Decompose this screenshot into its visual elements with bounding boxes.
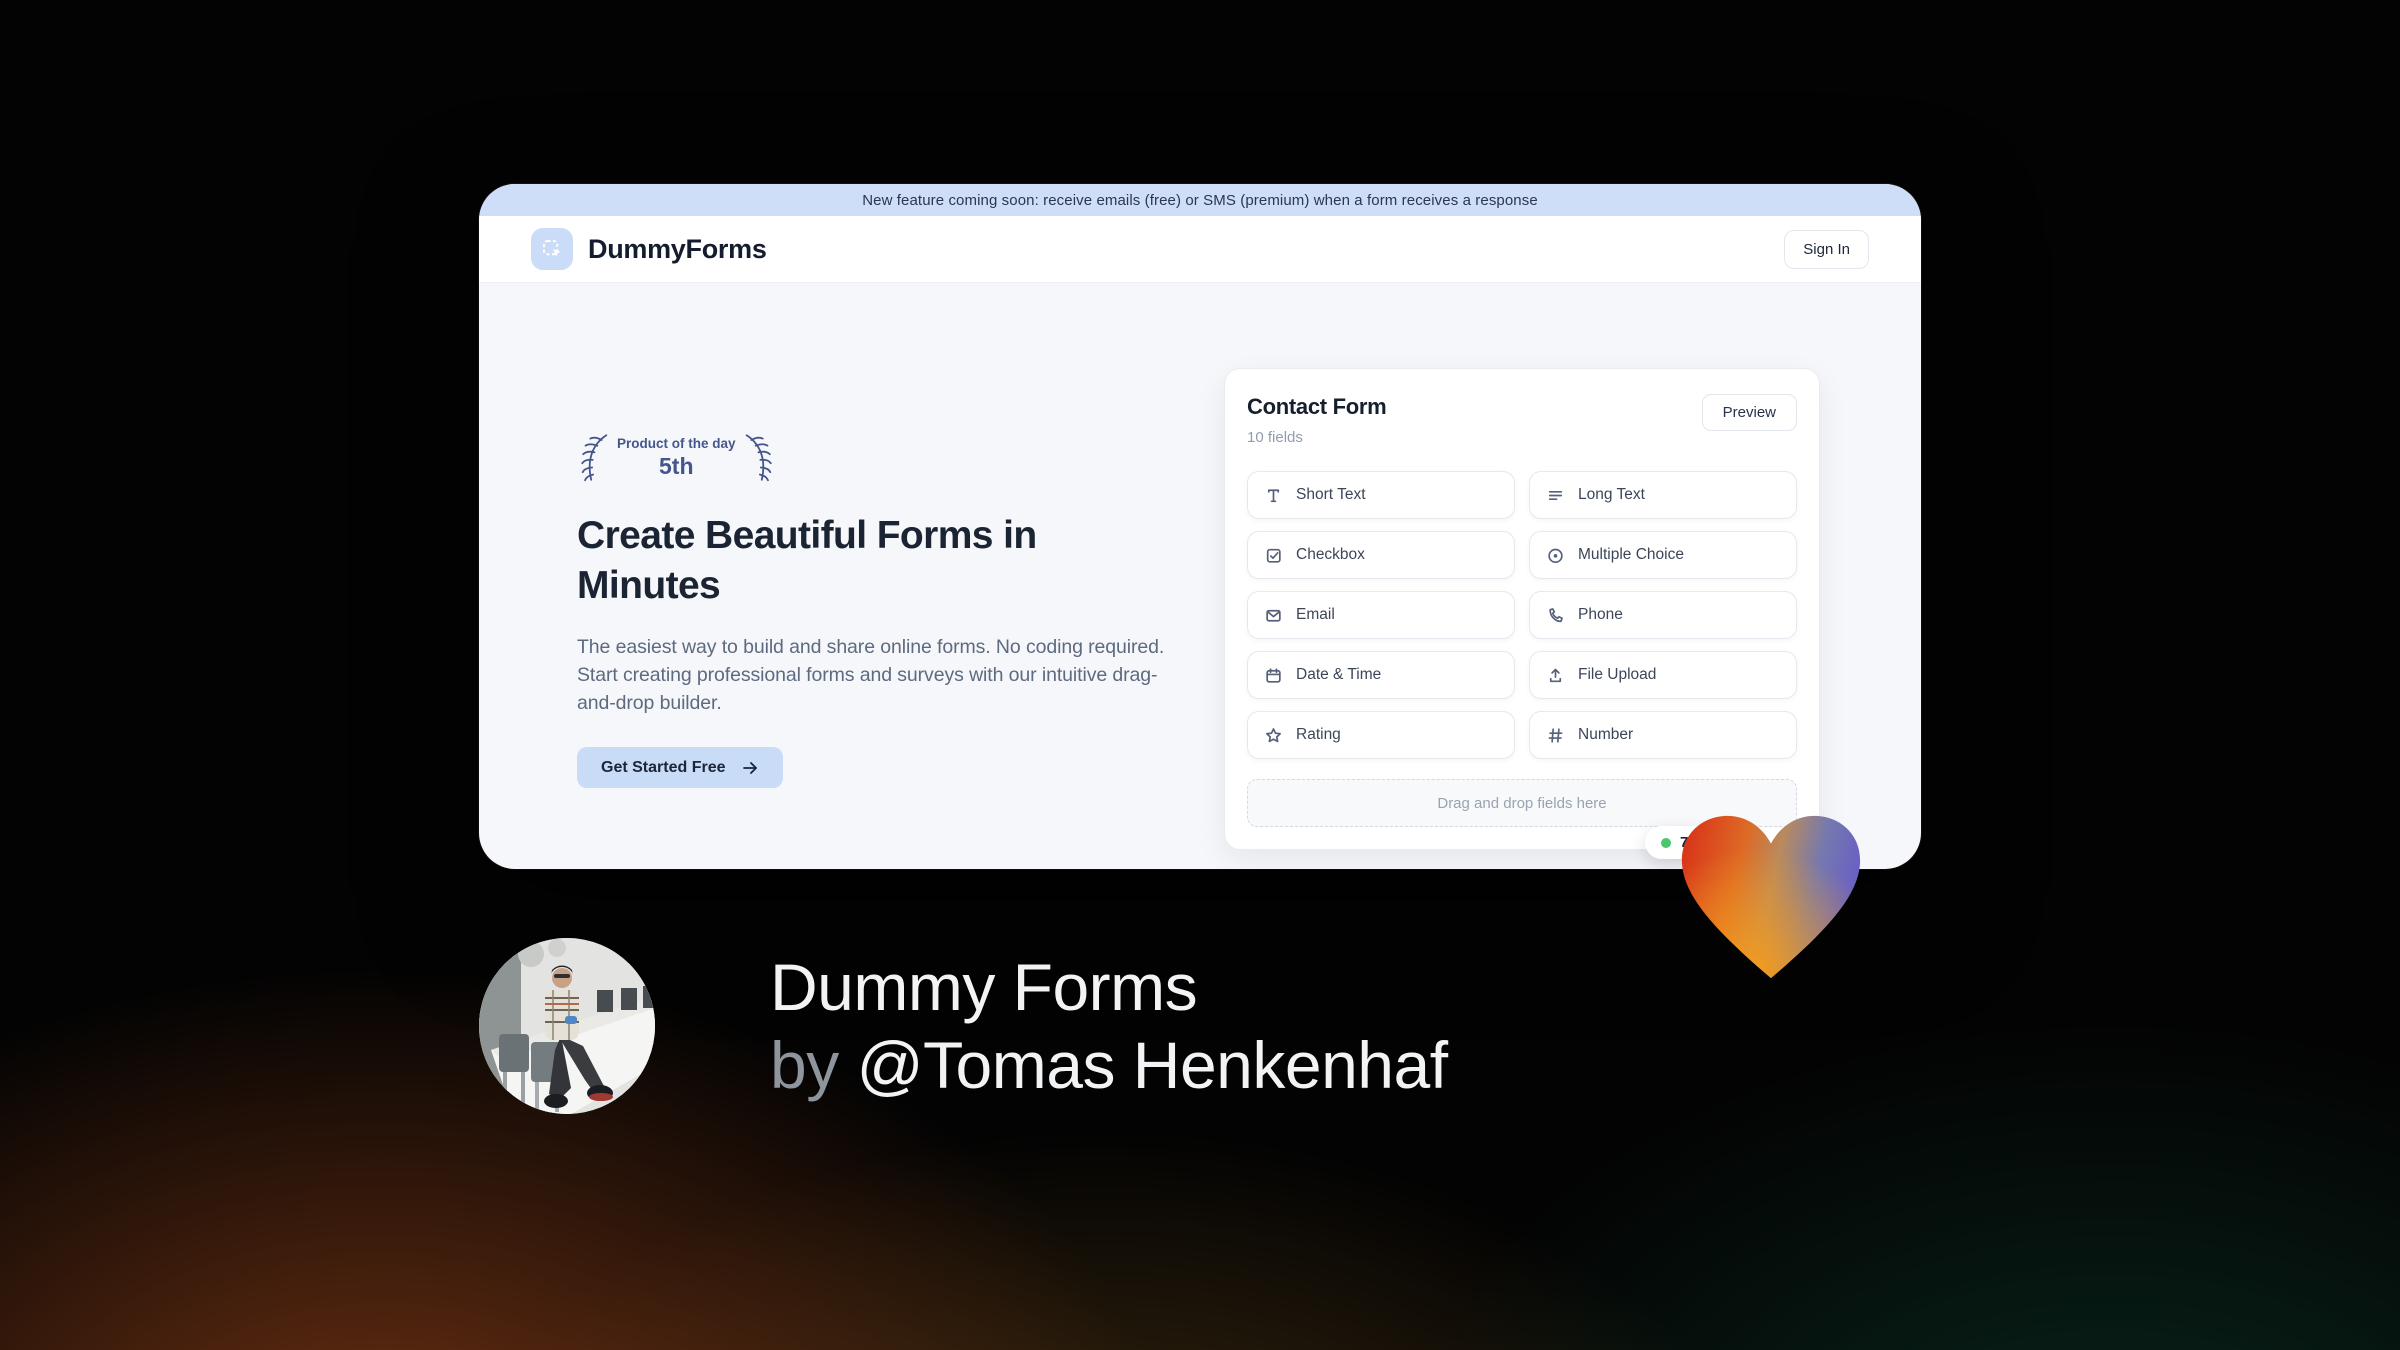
multiple-choice-icon — [1548, 548, 1563, 563]
phone-icon — [1549, 607, 1563, 622]
field-count: 10 fields — [1247, 429, 1303, 446]
avatar — [479, 938, 655, 1114]
arrow-right-icon — [743, 761, 758, 774]
field-chip-multiple-choice[interactable]: Multiple Choice — [1529, 531, 1797, 579]
brand: DummyForms — [531, 228, 767, 270]
byline-prefix: by — [770, 1028, 839, 1102]
hero-section: Product of the day 5th Create Beautiful … — [479, 283, 1921, 869]
online-dot-icon — [1661, 837, 1671, 848]
form-builder-card: Contact Form 10 fields Preview Short Tex… — [1224, 368, 1820, 850]
badge-rank: 5th — [659, 452, 694, 479]
form-builder-header: Contact Form 10 fields Preview — [1247, 394, 1797, 446]
field-chip-file-upload[interactable]: File Upload — [1529, 651, 1797, 699]
short-text-icon — [1267, 488, 1280, 502]
drag-drop-label: Drag and drop fields here — [1437, 794, 1607, 812]
site-header: DummyForms Sign In — [479, 216, 1921, 283]
laurel-left-icon — [581, 434, 608, 482]
field-chip-checkbox[interactable]: Checkbox — [1247, 531, 1515, 579]
hash-icon — [1548, 727, 1563, 743]
laurel-right-icon — [745, 434, 772, 482]
badge-text: Product of the day 5th — [617, 435, 736, 479]
field-chip-rating[interactable]: Rating — [1247, 711, 1515, 759]
field-chip-short-text[interactable]: Short Text — [1247, 471, 1515, 519]
caption-title: Dummy Forms — [770, 950, 1198, 1024]
promo-card-background: New feature coming soon: receive emails … — [0, 0, 2400, 1350]
dummyforms-logo-icon — [531, 228, 573, 270]
field-chip-email[interactable]: Email — [1247, 591, 1515, 639]
get-started-label: Get Started Free — [601, 758, 726, 776]
browser-window: New feature coming soon: receive emails … — [479, 184, 1921, 869]
sign-in-button[interactable]: Sign In — [1784, 229, 1869, 269]
gradient-heart-icon — [1681, 815, 1861, 979]
badge-label: Product of the day — [617, 435, 736, 451]
hero-description: The easiest way to build and share onlin… — [577, 636, 1165, 714]
byline-name: @Tomas Henkenhaf — [856, 1028, 1448, 1102]
field-chip-long-text[interactable]: Long Text — [1529, 471, 1797, 519]
field-type-grid: Short Text Long Text Checkbox Multiple C… — [1247, 471, 1797, 759]
announcement-text: New feature coming soon: receive emails … — [862, 191, 1538, 209]
field-chip-number[interactable]: Number — [1529, 711, 1797, 759]
field-chip-phone[interactable]: Phone — [1529, 591, 1797, 639]
calendar-icon — [1266, 667, 1281, 683]
get-started-button[interactable]: Get Started Free — [577, 747, 784, 788]
cursor-select-icon — [542, 239, 561, 257]
product-of-the-day-badge: Product of the day 5th — [577, 429, 772, 487]
form-title: Contact Form — [1247, 394, 1387, 419]
long-text-icon — [1548, 490, 1563, 500]
brand-name: DummyForms — [588, 233, 767, 264]
hero-copy: Product of the day 5th Create Beautiful … — [577, 429, 1197, 788]
field-chip-date-time[interactable]: Date & Time — [1247, 651, 1515, 699]
star-icon — [1266, 727, 1281, 742]
preview-button[interactable]: Preview — [1701, 394, 1797, 431]
email-icon — [1266, 609, 1281, 622]
announcement-banner: New feature coming soon: receive emails … — [479, 184, 1921, 216]
checkbox-icon — [1266, 548, 1281, 563]
author-block: Dummy Forms by @Tomas Henkenhaf — [479, 938, 1448, 1114]
hero-title: Create Beautiful Forms in Minutes — [577, 514, 1037, 607]
caption: Dummy Forms by @Tomas Henkenhaf — [770, 948, 1448, 1104]
upload-icon — [1549, 668, 1562, 682]
caption-byline: by @Tomas Henkenhaf — [770, 1026, 1448, 1104]
avatar-photo-illustration — [479, 938, 655, 1114]
